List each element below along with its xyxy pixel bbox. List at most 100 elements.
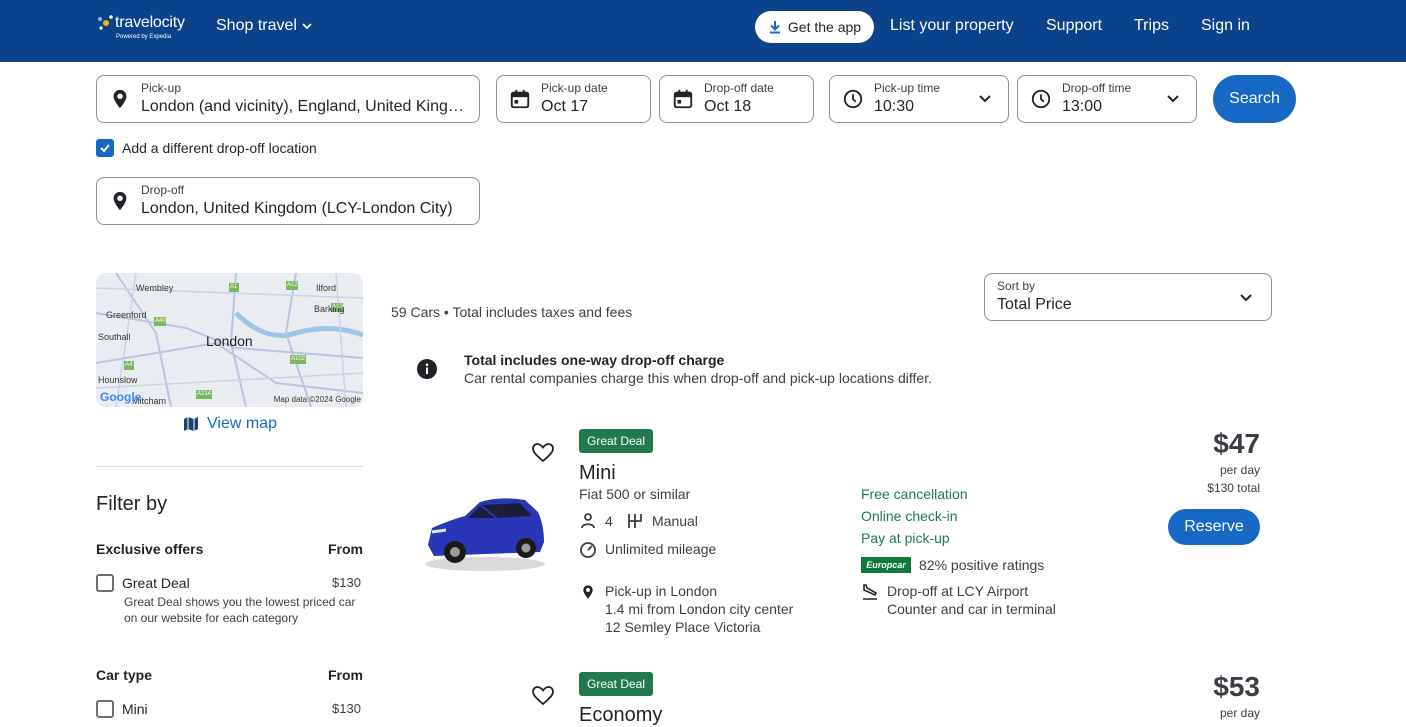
car-similar: Fiat 500 or similar <box>579 486 691 502</box>
road-label: A13 <box>332 304 343 310</box>
road-label: A40 <box>155 318 166 324</box>
dropoff-time-select[interactable]: Drop-off time 13:00 <box>1017 75 1197 123</box>
clock-icon <box>1031 89 1051 109</box>
google-logo: Google <box>100 390 142 404</box>
location-pin-icon <box>113 89 127 109</box>
pickup-date-value: Oct 17 <box>541 98 589 115</box>
location-pin-icon <box>113 191 127 211</box>
search-button[interactable]: Search <box>1213 75 1296 123</box>
get-app-button[interactable]: Get the app <box>755 11 874 43</box>
online-checkin: Online check-in <box>861 508 958 524</box>
shop-travel-menu[interactable]: Shop travel <box>216 17 313 35</box>
info-icon <box>417 359 437 379</box>
pickup-value: London (and vicinity), England, United K… <box>141 98 466 115</box>
dropoff-value: London, United Kingdom (LCY-London City) <box>141 200 453 217</box>
notice-title: Total includes one-way drop-off charge <box>464 352 725 368</box>
heart-icon[interactable] <box>531 441 555 465</box>
per-day-label: per day <box>1219 463 1260 477</box>
car-name: Mini <box>579 462 616 484</box>
different-dropoff-checkbox[interactable]: Add a different drop-off location <box>96 139 317 157</box>
car-mileage: Unlimited mileage <box>579 540 716 558</box>
map-label: Southall <box>98 332 131 342</box>
calendar-icon <box>673 89 693 109</box>
pay-at-pickup: Pay at pick-up <box>861 530 950 546</box>
road-label: A102 <box>291 356 306 362</box>
heart-icon[interactable] <box>531 684 555 708</box>
pickup-time-select[interactable]: Pick-up time 10:30 <box>829 75 1009 123</box>
reserve-button[interactable]: Reserve <box>1168 509 1260 545</box>
great-deal-filter-price: $130 <box>332 575 361 590</box>
pickup-address: 12 Semley Place Victoria <box>605 619 761 635</box>
plane-landing-icon <box>863 584 878 600</box>
speedometer-icon <box>580 542 596 558</box>
car-price: $47 <box>1213 428 1260 459</box>
map-label: Wembley <box>136 283 174 293</box>
view-map-label: View map <box>207 415 277 432</box>
view-map-link[interactable]: View map <box>183 415 277 433</box>
total-price: $130 total <box>1207 481 1260 495</box>
pickup-date-field[interactable]: Pick-up date Oct 17 <box>496 75 651 123</box>
vendor-rating: 82% positive ratings <box>919 557 1045 573</box>
road-label: A1 <box>230 284 238 290</box>
logo-subtext: Powered by Expedia <box>116 34 172 40</box>
exclusive-from-label: From <box>328 541 363 557</box>
map-icon <box>184 417 198 431</box>
per-day-label: per day <box>1219 706 1260 720</box>
map-label: Ilford <box>316 283 337 293</box>
pickup-location-field[interactable]: Pick-up London (and vicinity), England, … <box>96 75 480 123</box>
transmission-value: Manual <box>652 513 698 529</box>
mini-filter-checkbox[interactable]: Mini <box>96 700 148 718</box>
pickup-title: Pick-up in London <box>605 583 718 599</box>
dropoff-date-label: Drop-off date <box>704 81 774 95</box>
great-deal-filter-label: Great Deal <box>122 575 190 591</box>
car-transmission: Manual <box>626 512 698 530</box>
road-label: A4 <box>125 362 133 368</box>
travelocity-logo[interactable]: travelocity Powered by Expedia <box>96 11 196 45</box>
dropoff-date-value: Oct 18 <box>704 98 752 115</box>
location-pin-icon <box>583 585 593 599</box>
sign-in-link[interactable]: Sign in <box>1201 17 1250 35</box>
map-attribution: Map data ©2024 Google <box>273 395 361 404</box>
sort-label: Sort by <box>997 279 1036 293</box>
trips-link[interactable]: Trips <box>1134 17 1169 35</box>
dropoff-location-info: Drop-off at LCY Airport Counter and car … <box>887 582 1056 618</box>
checkbox-checked-icon[interactable] <box>96 139 114 157</box>
pickup-location-info: Pick-up in London 1.4 mi from London cit… <box>605 582 793 636</box>
logo-text: travelocity <box>115 14 185 31</box>
support-link[interactable]: Support <box>1046 17 1102 35</box>
car-seats: 4 <box>579 512 613 530</box>
sort-value: Total Price <box>997 296 1072 313</box>
dropoff-time-value: 13:00 <box>1062 98 1103 115</box>
pickup-distance: 1.4 mi from London city center <box>605 601 794 617</box>
pickup-date-label: Pick-up date <box>541 81 608 95</box>
list-property-link[interactable]: List your property <box>890 17 1014 35</box>
map-label: Greenford <box>106 310 147 320</box>
pickup-time-value: 10:30 <box>874 98 915 115</box>
great-deal-badge: Great Deal <box>579 672 654 696</box>
clock-icon <box>843 89 863 109</box>
great-deal-filter-description: Great Deal shows you the lowest priced c… <box>124 595 356 625</box>
car-type-from-label: From <box>328 667 363 683</box>
results-count: 59 Cars • Total includes taxes and fees <box>391 304 633 320</box>
checkbox-unchecked-icon[interactable] <box>96 700 114 718</box>
get-app-label: Get the app <box>787 19 862 35</box>
person-icon <box>581 513 595 529</box>
chevron-down-icon <box>979 95 991 103</box>
dropoff-location-field[interactable]: Drop-off London, United Kingdom (LCY-Lon… <box>96 177 480 225</box>
map-preview[interactable]: Wembley Ilford Greenford Barking Southal… <box>96 273 363 407</box>
dropoff-label: Drop-off <box>141 183 185 197</box>
car-image-mini <box>425 498 545 571</box>
dropoff-title: Drop-off at LCY Airport <box>887 583 1029 599</box>
checkbox-unchecked-icon[interactable] <box>96 574 114 592</box>
exclusive-offers-heading: Exclusive offers <box>96 541 204 557</box>
free-cancellation: Free cancellation <box>861 486 968 502</box>
great-deal-filter-checkbox[interactable]: Great Deal <box>96 574 190 592</box>
filter-by-heading: Filter by <box>96 493 168 515</box>
chevron-down-icon <box>302 23 312 30</box>
sort-select[interactable]: Sort by Total Price <box>984 273 1272 321</box>
logo-star-icon <box>98 15 113 30</box>
dropoff-date-field[interactable]: Drop-off date Oct 18 <box>659 75 814 123</box>
great-deal-badge: Great Deal <box>579 429 654 453</box>
sidebar-divider <box>96 466 363 467</box>
gear-shift-icon <box>628 514 642 528</box>
